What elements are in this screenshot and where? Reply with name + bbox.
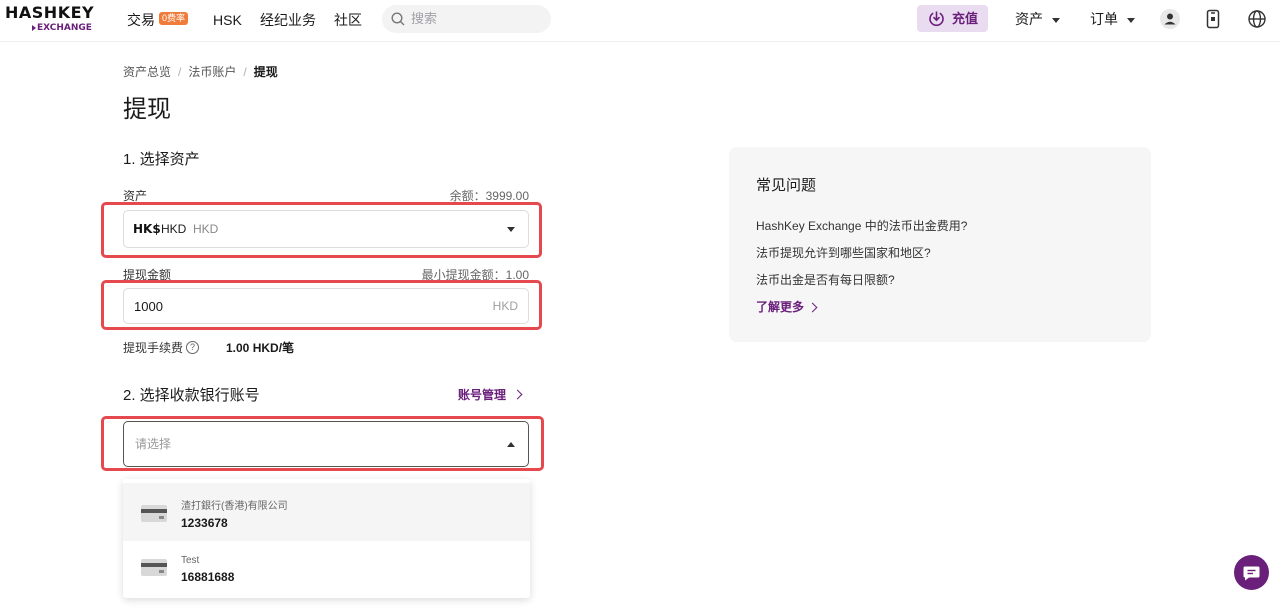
faq-question-daily-limit[interactable]: 法币出金是否有每日限额?	[756, 273, 895, 288]
breadcrumb-asset-overview[interactable]: 资产总览	[123, 65, 171, 79]
bank-account-option[interactable]: 渣打銀行(香港)有限公司 1233678	[123, 483, 530, 541]
bank-card-icon	[141, 505, 167, 522]
logo-subtitle: EXCHANGE	[32, 23, 92, 33]
assets-menu[interactable]: 资产	[1015, 10, 1060, 28]
chevron-right-icon	[807, 302, 818, 313]
bank-account-number: 16881688	[181, 570, 235, 584]
faq-title: 常见问题	[756, 177, 817, 194]
bank-account-dropdown: 渣打銀行(香港)有限公司 1233678 Test 16881688	[123, 479, 530, 598]
user-avatar-icon[interactable]	[1159, 8, 1181, 30]
highlight-amount-input	[101, 280, 542, 330]
bank-card-icon	[141, 559, 167, 576]
learn-more-label: 了解更多	[756, 300, 805, 314]
fee-value: 1.00 HKD/笔	[226, 341, 295, 355]
asset-label: 资产	[123, 189, 148, 203]
learn-more-link[interactable]: 了解更多	[756, 300, 804, 315]
faq-question-fees[interactable]: HashKey Exchange 中的法币出金费用?	[756, 219, 967, 234]
breadcrumb-separator: /	[243, 65, 247, 79]
recharge-label: 充值	[952, 11, 979, 26]
help-icon[interactable]: ?	[186, 341, 199, 354]
highlight-bank-select	[101, 416, 544, 471]
nav-trade[interactable]: 交易	[127, 11, 155, 29]
support-chat-button[interactable]	[1234, 555, 1269, 590]
recharge-button[interactable]: 充值	[917, 5, 988, 32]
orders-menu[interactable]: 订单	[1090, 10, 1135, 28]
download-icon	[929, 11, 944, 27]
faq-panel: 常见问题 HashKey Exchange 中的法币出金费用? 法币提现允许到哪…	[729, 147, 1151, 342]
orders-menu-label: 订单	[1090, 11, 1118, 27]
breadcrumb-separator: /	[178, 65, 182, 79]
search-icon	[391, 12, 405, 26]
step2-title: 2. 选择收款银行账号	[123, 387, 260, 404]
nav-hsk[interactable]: HSK	[213, 11, 242, 29]
fee-label: 提现手续费	[123, 341, 184, 355]
nav-brokerage[interactable]: 经纪业务	[260, 11, 316, 29]
search-input[interactable]: 搜索	[382, 5, 551, 33]
assets-menu-label: 资产	[1015, 11, 1043, 27]
step1-title: 1. 选择资产	[123, 151, 200, 168]
logo-wordmark: HASHKEY	[5, 3, 95, 22]
mobile-app-icon[interactable]	[1202, 8, 1224, 30]
highlight-asset-select	[101, 202, 542, 258]
chat-icon	[1243, 566, 1260, 581]
top-nav-bar: HASHKEY EXCHANGE 交易 0费率 HSK 经纪业务 社区 搜索 充…	[0, 0, 1280, 42]
account-management-link[interactable]: 账号管理	[458, 388, 506, 402]
chevron-right-icon	[512, 389, 523, 400]
bank-account-option[interactable]: Test 16881688	[123, 537, 530, 595]
chevron-down-icon	[1052, 17, 1060, 23]
breadcrumb-current: 提现	[253, 65, 278, 79]
hashkey-logo[interactable]: HASHKEY EXCHANGE	[5, 4, 97, 36]
bank-name: Test	[181, 555, 200, 566]
breadcrumb: 资产总览 / 法币账户 / 提现	[123, 65, 278, 80]
page-title: 提现	[123, 96, 171, 123]
balance-text: 余额：3999.00	[449, 189, 529, 203]
zero-fee-badge: 0费率	[159, 12, 189, 25]
nav-community[interactable]: 社区	[334, 11, 362, 29]
bank-account-number: 1233678	[181, 516, 228, 530]
breadcrumb-fiat-account[interactable]: 法币账户	[188, 65, 236, 79]
globe-icon[interactable]	[1246, 8, 1268, 30]
chevron-down-icon	[1127, 17, 1135, 23]
bank-name: 渣打銀行(香港)有限公司	[181, 501, 288, 512]
search-placeholder: 搜索	[411, 11, 438, 26]
faq-question-countries[interactable]: 法币提现允许到哪些国家和地区?	[756, 246, 931, 261]
